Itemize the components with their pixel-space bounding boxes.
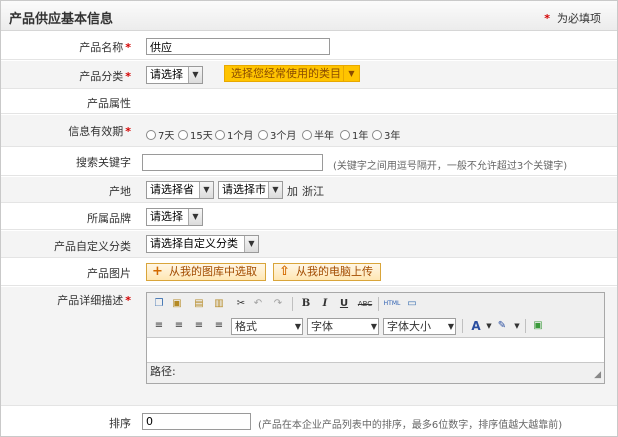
- plus-icon: +: [152, 264, 163, 279]
- chevron-down-icon: ▼: [343, 66, 359, 81]
- keywords-input[interactable]: [142, 154, 323, 171]
- row-brand: 所属品牌 请选择 ▼: [1, 204, 617, 230]
- row-sort: 排序 (产品在本企业产品列表中的排序，最多6位数字，排序值越大越靠前): [1, 407, 617, 436]
- validity-label: 信息有效期 *: [68, 125, 131, 138]
- row-product-images: 产品图片 + 从我的图库中选取 ⇧ 从我的电脑上传: [1, 259, 617, 286]
- validity-option-3y[interactable]: 3年: [372, 127, 400, 142]
- required-note-text: 为必填项: [557, 12, 601, 25]
- insert-image-icon[interactable]: ▣: [530, 318, 546, 334]
- common-category-button[interactable]: 选择您经常使用的类目 ▼: [224, 65, 360, 82]
- highlight-icon[interactable]: ✎: [494, 318, 510, 334]
- custom-category-select[interactable]: 请选择自定义分类 ▼: [146, 235, 259, 253]
- product-name-label: 产品名称 *: [79, 41, 131, 54]
- align-justify-icon[interactable]: ≡: [211, 318, 227, 334]
- rich-text-editor: ❐ ▣ ▤ ▥ ✂ ↶ ↷ B I U ABC HTML ▭ ≡ ≡ ≡ ≡ 格…: [146, 292, 605, 384]
- upload-from-computer-button[interactable]: ⇧ 从我的电脑上传: [273, 263, 381, 281]
- row-validity: 信息有效期 * 7天 15天 1个月 3个月 半年 1年 3年: [1, 115, 617, 147]
- brand-label: 所属品牌: [87, 212, 131, 225]
- validity-option-7d[interactable]: 7天: [146, 127, 174, 142]
- editor-path: 路径:: [150, 365, 176, 378]
- product-info-panel: 产品供应基本信息 * 为必填项 产品名称* 产品分类* 请选择▼ 选择您经常使用…: [0, 0, 618, 437]
- paste-icon[interactable]: ▣: [169, 296, 185, 312]
- product-category-select[interactable]: 请选择 ▼: [146, 66, 203, 84]
- row-custom-category: 产品自定义分类 请选择自定义分类 ▼: [1, 231, 617, 258]
- panel-title: 产品供应基本信息: [9, 12, 114, 27]
- editor-statusbar: 路径: ◢: [147, 362, 604, 383]
- undo-icon[interactable]: ↶: [250, 296, 266, 312]
- strikethrough-button[interactable]: ABC: [355, 296, 375, 312]
- required-note: * 为必填项: [544, 10, 601, 26]
- row-product-category: 产品分类 * 请选择 ▼ 选择您经常使用的类目 ▼: [1, 61, 617, 89]
- font-select[interactable]: 字体 ▼: [307, 318, 379, 335]
- resize-handle-icon[interactable]: ◢: [594, 366, 601, 384]
- product-category-label: 产品分类 *: [79, 70, 131, 83]
- select-from-gallery-button[interactable]: + 从我的图库中选取: [146, 263, 266, 281]
- row-keywords: 搜索关键字 (关键字之间用逗号隔开，一般不允许超过3个关键字): [1, 148, 617, 176]
- province-select[interactable]: 请选择省 ▼: [146, 181, 214, 199]
- keywords-label: 搜索关键字: [76, 156, 131, 169]
- row-product-name: 产品名称 *: [1, 32, 617, 60]
- chevron-down-icon: ▼: [268, 182, 282, 198]
- validity-option-15d[interactable]: 15天: [178, 127, 213, 142]
- italic-button[interactable]: I: [317, 296, 333, 312]
- html-source-button[interactable]: HTML: [382, 296, 402, 312]
- sort-input[interactable]: [142, 413, 251, 430]
- row-product-attribute: 产品属性: [1, 90, 617, 114]
- sort-label: 排序: [109, 417, 131, 430]
- panel-header: 产品供应基本信息 * 为必填项: [1, 1, 617, 31]
- format-select[interactable]: 格式 ▼: [231, 318, 303, 335]
- paste-word-icon[interactable]: ▥: [211, 296, 227, 312]
- origin-current: 浙江: [302, 185, 324, 198]
- align-center-icon[interactable]: ≡: [171, 318, 187, 334]
- validity-option-3m[interactable]: 3个月: [258, 127, 296, 142]
- validity-option-1y[interactable]: 1年: [340, 127, 368, 142]
- copy-icon[interactable]: ❐: [151, 296, 167, 312]
- product-attribute-label: 产品属性: [87, 97, 131, 110]
- editor-content-area[interactable]: [147, 339, 604, 362]
- align-right-icon[interactable]: ≡: [191, 318, 207, 334]
- chevron-down-icon: ▼: [294, 322, 301, 331]
- redo-icon[interactable]: ↷: [270, 296, 286, 312]
- row-origin: 产地 请选择省 ▼ 请选择市 ▼ 加 浙江: [1, 177, 617, 203]
- chevron-down-icon: ▼: [188, 67, 202, 83]
- paste-text-icon[interactable]: ▤: [191, 296, 207, 312]
- product-images-label: 产品图片: [87, 267, 131, 280]
- description-label: 产品详细描述 *: [57, 294, 131, 307]
- cut-icon[interactable]: ✂: [233, 296, 249, 312]
- underline-button[interactable]: U: [336, 296, 352, 312]
- sort-hint: (产品在本企业产品列表中的排序，最多6位数字，排序值越大越靠前): [258, 420, 563, 431]
- validity-option-1m[interactable]: 1个月: [215, 127, 253, 142]
- chevron-down-icon: ▼: [188, 209, 202, 225]
- editor-toolbar-1: ❐ ▣ ▤ ▥ ✂ ↶ ↷ B I U ABC HTML ▭: [147, 293, 604, 315]
- align-left-icon[interactable]: ≡: [151, 318, 167, 334]
- chevron-down-icon: ▼: [370, 322, 377, 331]
- add-origin-link[interactable]: 加: [287, 183, 298, 199]
- editor-toolbar-2: ≡ ≡ ≡ ≡ 格式 ▼ 字体 ▼ 字体大小 ▼ A ▼ ✎ ▼ ▣: [147, 315, 604, 338]
- preview-icon[interactable]: ▭: [404, 296, 420, 312]
- keywords-hint: (关键字之间用逗号隔开，一般不允许超过3个关键字): [333, 161, 568, 172]
- custom-category-label: 产品自定义分类: [54, 240, 131, 253]
- bold-button[interactable]: B: [298, 296, 314, 312]
- chevron-down-icon: ▼: [199, 182, 213, 198]
- chevron-down-icon: ▼: [447, 322, 454, 331]
- font-size-select[interactable]: 字体大小 ▼: [383, 318, 456, 335]
- validity-option-half-year[interactable]: 半年: [302, 127, 334, 142]
- city-select[interactable]: 请选择市 ▼: [218, 181, 283, 199]
- required-star: *: [544, 12, 550, 25]
- chevron-down-icon: ▼: [244, 236, 258, 252]
- brand-select[interactable]: 请选择 ▼: [146, 208, 203, 226]
- origin-label: 产地: [109, 185, 131, 198]
- product-name-input[interactable]: [146, 38, 330, 55]
- upload-arrow-icon: ⇧: [279, 264, 290, 279]
- chevron-down-icon[interactable]: ▼: [509, 318, 525, 334]
